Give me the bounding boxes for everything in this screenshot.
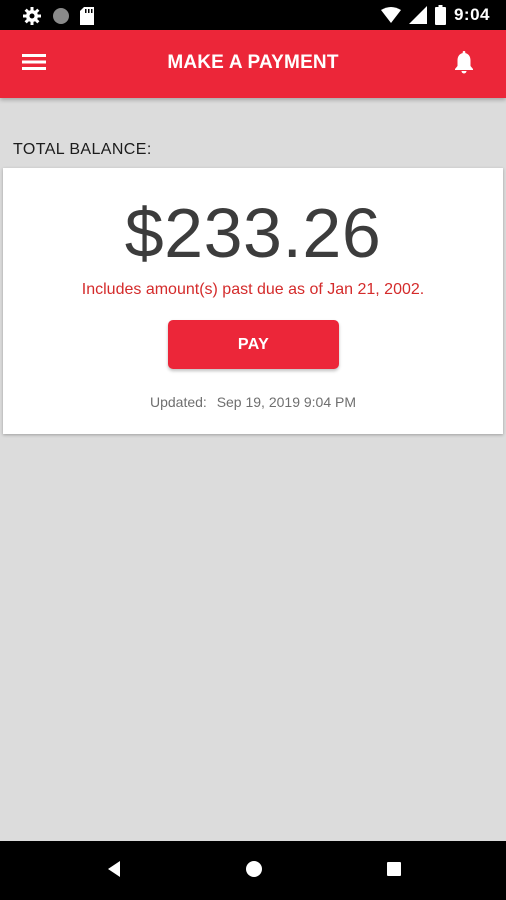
total-balance-label: TOTAL BALANCE: — [13, 141, 152, 158]
battery-icon — [434, 5, 446, 25]
balance-card: $233.26 Includes amount(s) past due as o… — [3, 168, 503, 434]
status-bar-left — [22, 6, 94, 26]
nav-home-button[interactable] — [242, 859, 266, 883]
wifi-icon — [380, 7, 401, 23]
circle-icon — [52, 7, 70, 25]
nav-back-button[interactable] — [102, 859, 126, 883]
status-time: 9:04 — [453, 5, 490, 24]
bell-icon — [454, 50, 474, 80]
status-bar: 9:04 — [0, 0, 506, 30]
updated-timestamp: Updated: Sep 19, 2019 9:04 PM — [3, 394, 503, 410]
balance-amount: $233.26 — [124, 194, 382, 272]
nav-recents-button[interactable] — [382, 859, 406, 883]
updated-label: Updated: — [149, 394, 207, 410]
nav-bar — [0, 841, 506, 900]
past-due-notice: Includes amount(s) past due as of Jan 21… — [81, 281, 425, 298]
app-bar: MAKE A PAYMENT — [0, 30, 506, 98]
notifications-button[interactable] — [446, 48, 482, 82]
page-title: MAKE A PAYMENT — [167, 52, 339, 73]
signal-icon — [408, 6, 427, 24]
recents-icon — [386, 861, 402, 882]
pay-button[interactable]: PAY — [168, 320, 339, 369]
home-icon — [245, 860, 263, 883]
updated-value: Sep 19, 2019 9:04 PM — [216, 394, 357, 410]
gear-icon — [22, 6, 42, 26]
back-icon — [106, 860, 122, 883]
status-bar-right: 9:04 — [380, 5, 490, 25]
sd-card-icon — [80, 7, 94, 25]
